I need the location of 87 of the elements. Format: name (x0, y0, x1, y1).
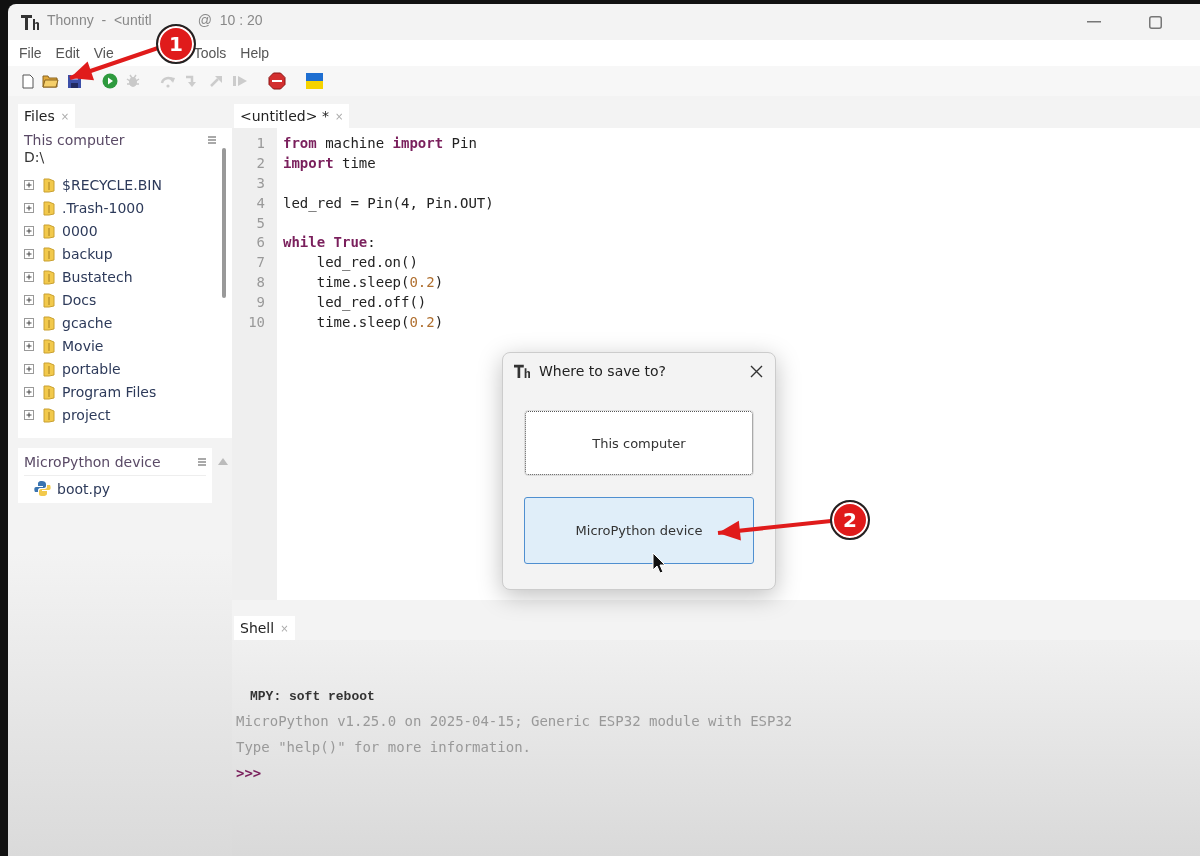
menu-item[interactable]: Vie (93, 45, 114, 61)
close-icon[interactable] (750, 364, 763, 378)
folder-icon (42, 222, 56, 239)
folder-name[interactable]: gcache (62, 314, 113, 331)
expand-icon[interactable] (24, 202, 34, 213)
folder-icon (42, 406, 56, 423)
folder-icon (42, 176, 56, 193)
code-line: import time (283, 154, 376, 171)
folder-name[interactable]: Bustatech (62, 268, 133, 285)
expand-icon[interactable] (24, 340, 34, 351)
code-line: led_red.off() (315, 294, 427, 311)
line-number: 4 (255, 193, 266, 213)
line-number: 9 (255, 293, 266, 313)
folder-name[interactable]: Docs (62, 291, 97, 308)
folder-name[interactable]: project (62, 406, 111, 423)
expand-icon[interactable] (24, 317, 34, 328)
line-number: 1 (255, 134, 266, 153)
expand-icon[interactable] (24, 271, 34, 282)
folder-name[interactable]: portable (62, 360, 121, 377)
files-tab[interactable]: Files × (18, 104, 76, 128)
app-logo-icon (20, 13, 40, 31)
folder-icon (42, 291, 56, 308)
maximize-icon[interactable] (1149, 15, 1162, 29)
line-number: 3 (255, 173, 266, 193)
code-line: while True: (283, 234, 376, 251)
expand-icon[interactable] (24, 294, 34, 305)
folder-icon (42, 314, 56, 331)
expand-icon[interactable] (24, 179, 34, 190)
pointer-icon (652, 552, 666, 574)
shell-tab[interactable]: Shell × (234, 616, 295, 640)
file-name[interactable]: boot.py (57, 480, 111, 497)
menu-item[interactable]: Help (240, 45, 270, 61)
folder-name[interactable]: backup (62, 245, 113, 262)
line-number: 8 (255, 273, 266, 293)
line-number: 2 (255, 153, 266, 173)
dialog-button[interactable]: This computer (525, 411, 753, 475)
shell-line: Type "help()" for more information. (236, 738, 532, 757)
shell-line: >>> (236, 764, 263, 783)
folder-icon (42, 337, 56, 354)
menu-item[interactable]: File (19, 45, 42, 61)
shell-line: MicroPython v1.25.0 on 2025-04-15; Generic ESP32 module with ESP32 (236, 712, 794, 731)
expand-icon[interactable] (24, 225, 34, 236)
expand-icon[interactable] (24, 248, 34, 259)
expand-icon[interactable] (24, 363, 34, 374)
menu-icon[interactable] (208, 136, 216, 144)
code-line: from machine import Pin (283, 135, 477, 151)
expand-icon[interactable] (24, 386, 34, 397)
code-line: led_red = Pin(4, Pin.OUT) (283, 194, 494, 211)
folder-icon (42, 199, 56, 216)
window-title: Thonny - <untitl (47, 12, 152, 28)
dialog-title: Where to save to? (539, 363, 668, 379)
dialog-button[interactable]: MicroPython device (524, 497, 754, 564)
location-label: This computer (24, 132, 125, 148)
folder-name[interactable]: Movie (62, 337, 104, 354)
folder-name[interactable]: .Trash-1000 (62, 199, 145, 216)
folder-icon (42, 268, 56, 285)
menu-item[interactable]: Tools (193, 45, 227, 61)
code-line: led_red.on() (315, 254, 418, 271)
menu-item[interactable]: Edit (55, 45, 80, 61)
new-file-icon[interactable] (22, 73, 34, 89)
folder-icon (42, 245, 56, 262)
flag-icon[interactable] (306, 73, 323, 89)
folder-name[interactable]: $RECYCLE.BIN (62, 176, 162, 193)
line-number: 6 (255, 233, 266, 253)
line-number: 5 (255, 213, 266, 233)
expand-icon[interactable] (24, 409, 34, 420)
shell-line: MPY: soft reboot (249, 688, 376, 706)
folder-name[interactable]: 0000 (62, 222, 98, 239)
stop-icon[interactable] (268, 72, 286, 90)
app-logo-icon (513, 363, 531, 379)
device-title: MicroPython device (24, 454, 161, 470)
folder-name[interactable]: Program Files (62, 383, 157, 400)
menu-icon[interactable] (198, 458, 206, 466)
editor-tab[interactable]: <untitled> * × (234, 104, 350, 128)
path-label: D:\ (24, 149, 46, 165)
folder-icon[interactable] (42, 74, 59, 88)
line-number: 10 (247, 313, 266, 332)
code-line: time.sleep(0.2) (315, 314, 444, 330)
code-line: time.sleep(0.2) (315, 274, 444, 291)
window-title: @ 10 : 20 (197, 12, 263, 28)
folder-icon (42, 383, 56, 400)
run-icon[interactable] (102, 73, 118, 89)
folder-icon (42, 360, 56, 377)
minimize-icon[interactable] (1087, 21, 1101, 23)
line-number: 7 (255, 253, 266, 273)
scrollbar[interactable] (222, 148, 226, 298)
python-file-icon (34, 480, 51, 497)
